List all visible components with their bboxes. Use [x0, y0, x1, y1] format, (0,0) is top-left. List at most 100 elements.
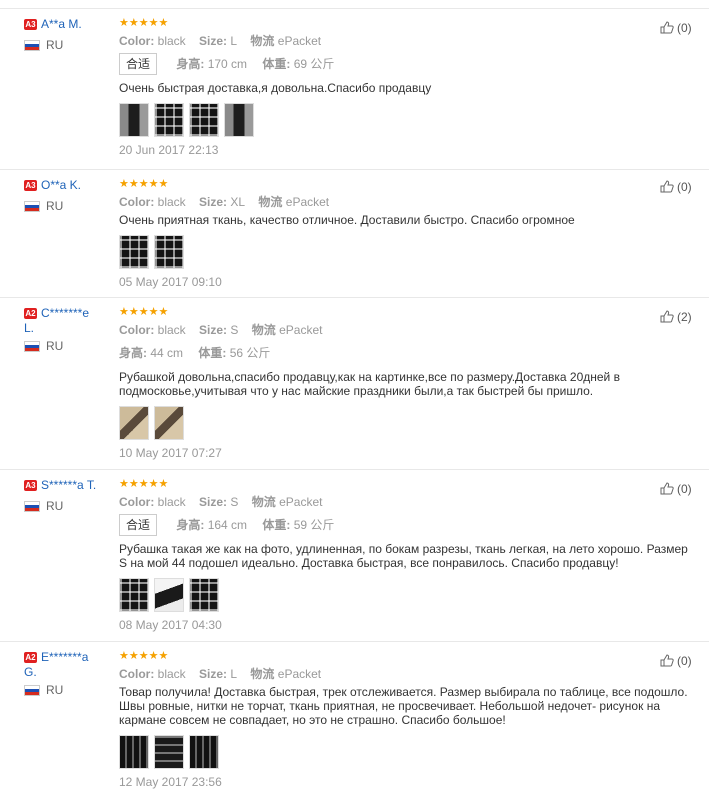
helpful-button[interactable]: (0): [660, 482, 692, 496]
size-value: L: [230, 667, 238, 681]
helpful-button[interactable]: (0): [660, 21, 692, 35]
review-photo-thumbnail[interactable]: [119, 235, 149, 269]
country-code: RU: [46, 199, 64, 213]
body-measurements: 合适 身高: 170 cm 体重: 69 公斤: [119, 53, 689, 75]
shipping-label: 物流: [258, 195, 283, 209]
review-photo-thumbnail[interactable]: [154, 235, 184, 269]
thumbs-up-icon: [660, 654, 674, 667]
rating-stars: ★★★★★: [119, 306, 169, 318]
body-measurements: 合适 身高: 164 cm 体重: 59 公斤: [119, 514, 689, 536]
size-label: Size:: [199, 195, 228, 209]
helpful-count: (0): [677, 180, 692, 194]
review-photos: [119, 735, 689, 769]
reviewer-name[interactable]: A**a M.: [41, 17, 82, 31]
review-photo-thumbnail[interactable]: [154, 735, 184, 769]
color-label: Color:: [119, 495, 155, 509]
buyer-level-badge: A3: [24, 480, 37, 491]
weight-value: 59 公斤: [293, 518, 335, 532]
review-item: A3 S******a T. RU ★★★★★ Color: black Size…: [0, 469, 709, 642]
weight-label: 体重:: [262, 518, 291, 532]
rating-stars: ★★★★★: [119, 17, 169, 29]
order-attributes: Color: black Size: S 物流 ePacket: [119, 494, 689, 510]
rating-stars: ★★★★★: [119, 650, 169, 662]
review-item: A3 O**a K. RU ★★★★★ Color: black Size: XL…: [0, 169, 709, 298]
height-label: 身高:: [119, 346, 147, 360]
reviewer-name-cont[interactable]: G.: [24, 665, 37, 679]
body-measurements: 身高: 44 cm 体重: 56 公斤: [119, 342, 689, 364]
size-label: Size:: [199, 34, 228, 48]
buyer-level-badge: A3: [24, 180, 37, 191]
shipping-label: 物流: [251, 323, 276, 337]
review-text: Очень быстрая доставка,я довольна.Спасиб…: [119, 81, 432, 95]
helpful-button[interactable]: (0): [660, 180, 692, 194]
color-label: Color:: [119, 195, 155, 209]
helpful-button[interactable]: (2): [660, 310, 692, 324]
review-photo-thumbnail[interactable]: [154, 578, 184, 612]
reviewer-name-cont[interactable]: L.: [24, 321, 34, 335]
helpful-count: (0): [677, 21, 692, 35]
review-photo-thumbnail[interactable]: [189, 103, 219, 137]
review-photo-thumbnail[interactable]: [154, 103, 184, 137]
size-label: Size:: [199, 495, 228, 509]
review-date: 08 May 2017 04:30: [119, 618, 222, 632]
thumbs-up-icon: [660, 310, 674, 323]
shipping-value: ePacket: [279, 323, 323, 337]
reviewer-country: RU: [24, 499, 112, 513]
reviewer-info: A2 C*******e L. RU: [24, 306, 112, 353]
size-value: XL: [230, 195, 246, 209]
reviewer-name[interactable]: O**a K.: [41, 178, 81, 192]
color-label: Color:: [119, 323, 155, 337]
review-photo-thumbnail[interactable]: [119, 578, 149, 612]
review-photos: [119, 578, 689, 612]
country-code: RU: [46, 339, 64, 353]
reviewer-name[interactable]: S******a T.: [41, 478, 96, 492]
order-attributes: Color: black Size: L 物流 ePacket: [119, 666, 689, 682]
review-date: 20 Jun 2017 22:13: [119, 143, 219, 157]
review-text: Очень приятная ткань, качество отличное.…: [119, 213, 575, 227]
helpful-button[interactable]: (0): [660, 654, 692, 668]
size-value: L: [230, 34, 238, 48]
helpful-count: (0): [677, 654, 692, 668]
reviewer-country: RU: [24, 683, 112, 697]
thumbs-up-icon: [660, 21, 674, 34]
reviewer-country: RU: [24, 199, 112, 213]
review-photo-thumbnail[interactable]: [154, 406, 184, 440]
review-date: 05 May 2017 09:10: [119, 275, 222, 289]
review-photo-thumbnail[interactable]: [189, 578, 219, 612]
weight-label: 体重:: [198, 346, 227, 360]
review-text: Рубашкой довольна,спасибо продавцу,как н…: [119, 370, 620, 398]
review-content: ★★★★★ Color: black Size: XL 物流 ePacket О…: [119, 178, 689, 289]
russia-flag-icon: [24, 201, 40, 213]
review-date: 12 May 2017 23:56: [119, 775, 222, 789]
helpful-count: (2): [677, 310, 692, 324]
country-code: RU: [46, 499, 64, 513]
fit-tag: 合适: [119, 53, 158, 75]
review-photo-thumbnail[interactable]: [189, 735, 219, 769]
buyer-level-badge: A2: [24, 652, 37, 663]
reviewer-info: A3 A**a M. RU: [24, 17, 112, 52]
review-content: ★★★★★ Color: black Size: S 物流 ePacket 合适…: [119, 478, 689, 632]
order-attributes: Color: black Size: XL 物流 ePacket: [119, 194, 689, 210]
buyer-level-badge: A3: [24, 19, 37, 30]
review-content: ★★★★★ Color: black Size: L 物流 ePacket То…: [119, 650, 689, 789]
reviewer-name[interactable]: E*******a: [41, 650, 88, 664]
thumbs-up-icon: [660, 482, 674, 495]
russia-flag-icon: [24, 685, 40, 697]
review-photo-thumbnail[interactable]: [224, 103, 254, 137]
reviewer-name[interactable]: C*******e: [41, 306, 89, 320]
shipping-label: 物流: [250, 34, 275, 48]
reviewer-country: RU: [24, 38, 112, 52]
height-value: 44 cm: [150, 346, 184, 360]
review-photo-thumbnail[interactable]: [119, 735, 149, 769]
review-photo-thumbnail[interactable]: [119, 406, 149, 440]
weight-value: 69 公斤: [293, 57, 335, 71]
review-photo-thumbnail[interactable]: [119, 103, 149, 137]
fit-tag: 合适: [119, 514, 158, 536]
color-value: black: [157, 667, 186, 681]
shipping-label: 物流: [250, 667, 275, 681]
size-value: S: [230, 323, 239, 337]
color-value: black: [157, 323, 186, 337]
color-label: Color:: [119, 34, 155, 48]
reviewer-country: RU: [24, 339, 112, 353]
review-content: ★★★★★ Color: black Size: S 物流 ePacket 身高…: [119, 306, 689, 460]
